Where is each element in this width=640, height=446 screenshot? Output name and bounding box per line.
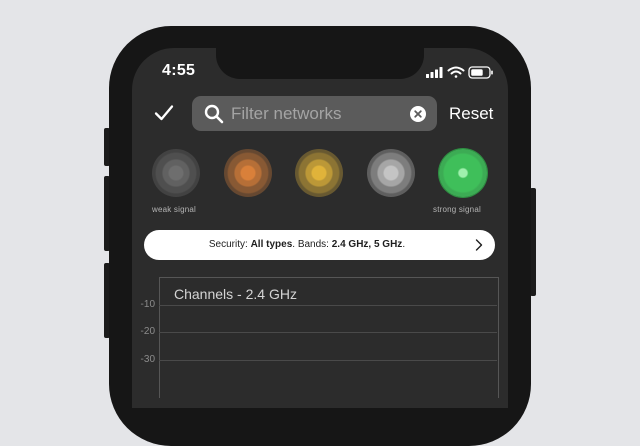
search-placeholder: Filter networks — [231, 104, 342, 123]
checkmark-icon — [154, 105, 174, 121]
reset-button[interactable]: Reset — [449, 104, 493, 124]
magnifier-icon — [204, 104, 224, 124]
weak-signal-label: weak signal — [152, 205, 197, 214]
clear-x-icon[interactable] — [410, 106, 426, 122]
search-field[interactable]: Filter networks — [192, 96, 437, 131]
bands-prefix: . Bands: — [292, 239, 332, 250]
strong-signal-label: strong signal — [433, 205, 481, 214]
signal-level-4-button[interactable] — [367, 149, 415, 197]
notch — [216, 48, 424, 79]
chart-title: Channels - 2.4 GHz — [174, 286, 297, 302]
gridline — [159, 305, 497, 306]
status-time: 4:55 — [162, 62, 196, 79]
wifi-icon — [447, 66, 465, 78]
filter-summary-text: Security: All types. Bands: 2.4 GHz, 5 G… — [144, 239, 470, 250]
filter-summary-button[interactable]: Security: All types. Bands: 2.4 GHz, 5 G… — [144, 230, 495, 260]
summary-suffix: . — [402, 239, 406, 250]
chevron-right-icon — [475, 239, 483, 251]
signal-level-5-button[interactable] — [439, 149, 487, 197]
confirm-button[interactable] — [154, 104, 174, 127]
signal-level-2-button[interactable] — [224, 149, 272, 197]
security-prefix: Security: — [208, 239, 251, 250]
gridline — [159, 360, 497, 361]
status-icons — [425, 65, 497, 84]
y-tick-label: -20 — [140, 326, 155, 337]
signal-level-1-button[interactable] — [152, 149, 200, 197]
y-tick-label: -30 — [140, 354, 155, 365]
security-value: All types — [250, 239, 293, 250]
battery-icon — [468, 66, 493, 79]
signal-level-3-button[interactable] — [295, 149, 343, 197]
cellular-signal-icon — [426, 67, 443, 78]
y-tick-label: -10 — [140, 299, 155, 310]
gridline — [159, 332, 497, 333]
bands-value: 2.4 GHz, 5 GHz — [331, 239, 403, 250]
